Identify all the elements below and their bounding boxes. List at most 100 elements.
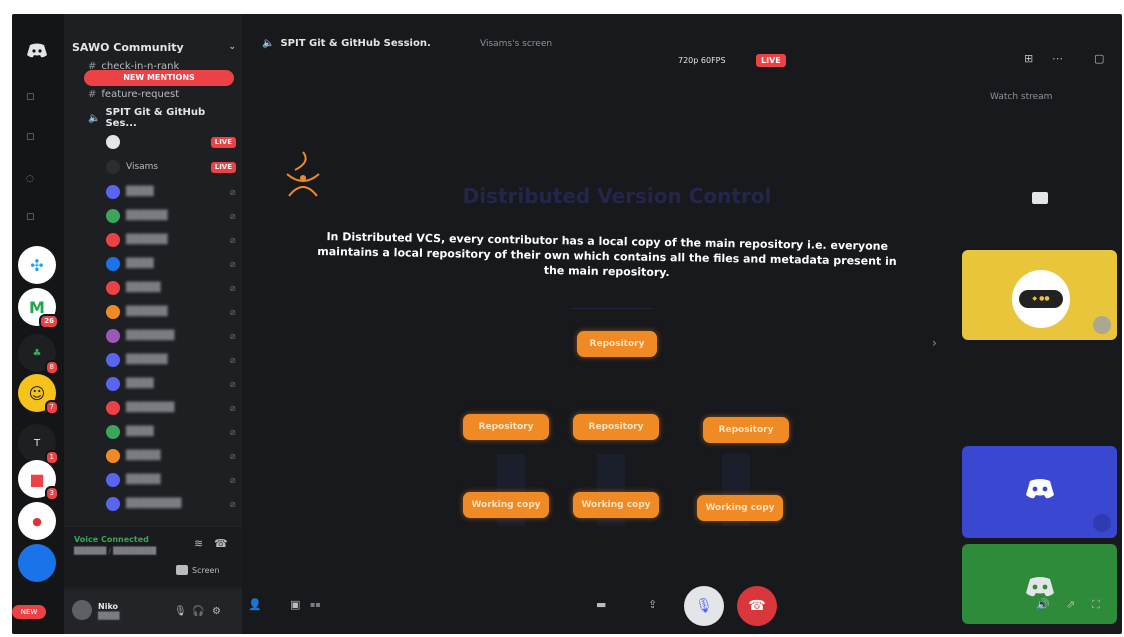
voice-connection-panel: Voice Connected ██████ / ████████ ≋ ☎ Sc…: [64, 526, 242, 587]
screen-icon: [176, 565, 188, 575]
shared-screen-slide: Distributed Version Control In Distribut…: [267, 114, 957, 554]
voice-user[interactable]: ████ ⊘: [106, 256, 236, 272]
voice-user[interactable]: ███████ ⊘: [106, 400, 236, 416]
share-screen-icon[interactable]: ⇪: [648, 598, 657, 611]
channel-label: feature-request: [101, 88, 180, 100]
avatar: [106, 209, 120, 223]
participant-tile[interactable]: [962, 446, 1117, 538]
voice-user[interactable]: ██████ ⊘: [106, 352, 236, 368]
muted-icon: ⊘: [229, 355, 236, 365]
server-folder-icon[interactable]: ▢: [26, 212, 35, 222]
server-plant-icon[interactable]: ♣ 8: [18, 334, 59, 375]
noise-suppression-icon[interactable]: ≋: [194, 537, 203, 550]
muted-icon: ⊘: [229, 451, 236, 461]
voice-user[interactable]: LIVE: [106, 134, 236, 150]
screen-share-button[interactable]: Screen: [176, 565, 220, 575]
channel-label: SPIT Git & GitHub Ses...: [105, 107, 206, 129]
disconnect-icon[interactable]: ☎: [214, 537, 228, 550]
chevron-right-icon[interactable]: ›: [932, 336, 937, 350]
mic-icon: [1093, 514, 1111, 532]
slide-faint-link: ─────────────────: [571, 304, 653, 313]
leave-call-icon: ☎: [748, 598, 766, 614]
server-folder-icon[interactable]: ▢: [26, 92, 35, 102]
voice-user[interactable]: █████ ⊘: [106, 448, 236, 464]
avatar: [106, 377, 120, 391]
new-mentions-banner[interactable]: NEW MENTIONS: [84, 70, 234, 86]
user-panel: Niko ████ 🎙 🎧 ⚙: [64, 590, 242, 634]
stream-viewer: Visams's screen: [480, 39, 553, 49]
avatar: [106, 135, 120, 149]
screen-icon[interactable]: ▣: [290, 598, 300, 611]
mic-icon[interactable]: 🎙: [174, 606, 187, 617]
avatar: [106, 401, 120, 415]
leave-call-button[interactable]: ☎: [737, 586, 777, 626]
repository-node: Repository: [577, 331, 657, 357]
stream-quality: 720p 60FPS: [678, 56, 726, 65]
avatar: [106, 185, 120, 199]
voice-user[interactable]: ██████ ⊘: [106, 208, 236, 224]
avatar: [106, 497, 120, 511]
avatar: [106, 305, 120, 319]
viewer-count: ▪▪: [310, 600, 321, 609]
headphones-icon[interactable]: 🎧: [192, 606, 204, 617]
discord-home-icon[interactable]: [18, 32, 56, 70]
server-network-icon[interactable]: ✣: [18, 246, 56, 284]
fullscreen-icon[interactable]: ⛶: [1092, 598, 1100, 612]
voice-user[interactable]: ██████ ⊘: [106, 304, 236, 320]
muted-icon: ⊘: [229, 187, 236, 197]
repository-node: Repository: [463, 414, 549, 440]
avatar: [106, 353, 120, 367]
server-header[interactable]: SAWO Community ⌄: [72, 36, 236, 58]
avatar[interactable]: [72, 600, 92, 620]
muted-icon: ⊘: [229, 379, 236, 389]
server-red-icon[interactable]: ■ 3: [18, 460, 59, 501]
muted-icon: ⊘: [229, 307, 236, 317]
voice-user[interactable]: ████ ⊘: [106, 184, 236, 200]
voice-channel-spit[interactable]: 🔈 SPIT Git & GitHub Ses...: [88, 107, 238, 129]
avatar-logo: ◆ ●●: [1019, 290, 1063, 308]
server-folder-icon[interactable]: ▢: [26, 132, 35, 142]
voice-user[interactable]: ████ ⊘: [106, 376, 236, 392]
server-m-icon[interactable]: M 26: [18, 288, 59, 329]
popout-icon[interactable]: ⇗: [1066, 598, 1075, 611]
gear-icon[interactable]: ⚙: [212, 606, 221, 617]
avatar: [106, 233, 120, 247]
server-blue-icon[interactable]: [18, 544, 56, 582]
voice-user[interactable]: █████ ⊘: [106, 280, 236, 296]
muted-icon: ⊘: [229, 331, 236, 341]
voice-user[interactable]: ████████ ⊘: [106, 496, 236, 512]
server-t-icon[interactable]: T1: [18, 424, 59, 465]
voice-user[interactable]: ███████ ⊘: [106, 328, 236, 344]
avatar: [106, 425, 120, 439]
live-badge: LIVE: [210, 136, 236, 148]
camera-toggle-icon[interactable]: ▬: [596, 598, 606, 611]
muted-icon: ⊘: [229, 403, 236, 413]
participant-tile[interactable]: ◆ ●●: [962, 250, 1117, 340]
server-name: SAWO Community: [72, 40, 184, 54]
voice-user[interactable]: ██████ ⊘: [106, 232, 236, 248]
discord-logo-icon: [1026, 479, 1054, 499]
channel-feature-request[interactable]: # feature-request: [88, 86, 238, 102]
avatar: ◆ ●●: [1012, 270, 1070, 328]
avatar: [106, 449, 120, 463]
add-person-icon[interactable]: 👤: [248, 598, 262, 611]
server-bot-icon[interactable]: ☺ 7: [18, 374, 59, 415]
live-badge: LIVE: [210, 161, 236, 173]
new-unreads-button[interactable]: NEW: [12, 605, 46, 619]
atom-logo-icon: [286, 151, 320, 197]
mic-toggle-button[interactable]: 🎙: [684, 586, 724, 626]
working-copy-node: Working copy: [697, 495, 783, 521]
voice-user[interactable]: █████ ⊘: [106, 472, 236, 488]
participant-column: ◆ ●●: [962, 14, 1122, 634]
slide-body: In Distributed VCS, every contributor ha…: [317, 230, 897, 280]
server-folder-icon[interactable]: ◌: [26, 174, 34, 184]
server-color-icon[interactable]: ●: [18, 502, 56, 540]
voice-user[interactable]: ████ ⊘: [106, 424, 236, 440]
muted-icon: ⊘: [229, 499, 236, 509]
volume-icon[interactable]: 🔊: [1036, 598, 1050, 611]
screen-label: Screen: [192, 565, 220, 575]
voice-user[interactable]: Visams LIVE: [106, 159, 236, 175]
participant-tile[interactable]: [962, 544, 1117, 624]
mic-icon: 🎙: [695, 598, 713, 614]
stream-channel-title: 🔈 SPIT Git & GitHub Session.: [262, 38, 431, 49]
